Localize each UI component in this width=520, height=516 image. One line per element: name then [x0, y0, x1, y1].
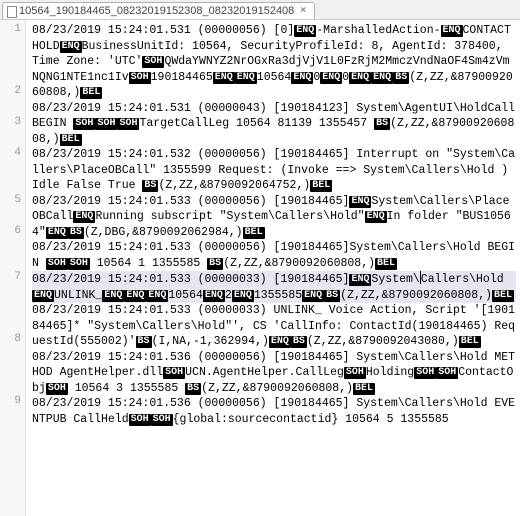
line-number: [0, 364, 25, 380]
control-char-token: ENQ: [349, 196, 371, 208]
control-char-token: BEL: [492, 290, 514, 302]
line-number: [0, 132, 25, 148]
line-number: [0, 302, 25, 318]
control-char-token: SOH: [46, 383, 68, 395]
control-char-token: ENQ: [294, 25, 316, 37]
control-char-token: BEL: [243, 227, 265, 239]
log-line: 08/23/2019 15:24:01.533 (00000033) [1901…: [32, 271, 516, 303]
control-char-token: BEL: [80, 87, 102, 99]
log-line: 08/23/2019 15:24:01.531 (00000056) [0]EN…: [32, 23, 516, 101]
control-char-token: ENQ: [302, 290, 324, 302]
line-number: [0, 178, 25, 194]
control-char-token: SOH: [46, 258, 68, 270]
control-char-token: BS: [324, 290, 340, 302]
control-char-token: BS: [142, 180, 158, 192]
control-char-token: BS: [207, 258, 223, 270]
control-char-token: ENQ: [371, 72, 393, 84]
control-char-token: BS: [136, 336, 152, 348]
line-number: 2: [0, 85, 25, 101]
line-number: 5: [0, 194, 25, 210]
control-char-token: ENQ: [46, 227, 68, 239]
control-char-token: ENQ: [269, 336, 291, 348]
log-content[interactable]: 08/23/2019 15:24:01.531 (00000056) [0]EN…: [26, 20, 520, 516]
control-char-token: ENQ: [320, 72, 342, 84]
line-number: [0, 209, 25, 225]
control-char-token: BEL: [375, 258, 397, 270]
line-number: [0, 163, 25, 179]
line-number: [0, 54, 25, 70]
control-char-token: ENQ: [349, 72, 371, 84]
control-char-token: ENQ: [102, 290, 124, 302]
control-char-token: SOH: [129, 414, 151, 426]
line-number: [0, 380, 25, 396]
control-char-token: ENQ: [146, 290, 168, 302]
line-number: [0, 101, 25, 117]
tab-bar: 10564_190184465_08232019152308_082320191…: [0, 0, 520, 20]
line-number-gutter: 1 2 3 4 5 6 7 8 9: [0, 20, 26, 516]
control-char-token: BS: [393, 72, 409, 84]
control-char-token: ENQ: [235, 72, 257, 84]
control-char-token: BEL: [459, 336, 481, 348]
control-char-token: SOH: [129, 72, 151, 84]
line-number: [0, 70, 25, 86]
control-char-token: ENQ: [349, 274, 371, 286]
control-char-token: ENQ: [124, 290, 146, 302]
control-char-token: ENQ: [203, 290, 225, 302]
control-char-token: SOH: [414, 367, 436, 379]
line-number: 4: [0, 147, 25, 163]
control-char-token: ENQ: [291, 72, 313, 84]
control-char-token: ENQ: [365, 211, 387, 223]
log-line: 08/23/2019 15:24:01.531 (00000043) [1901…: [32, 101, 516, 148]
control-char-token: ENQ: [213, 72, 235, 84]
line-number: 6: [0, 225, 25, 241]
log-line: 08/23/2019 15:24:01.533 (00000033) UNLIN…: [32, 303, 516, 350]
control-char-token: SOH: [436, 367, 458, 379]
control-char-token: BS: [291, 336, 307, 348]
close-icon[interactable]: ×: [298, 6, 308, 16]
control-char-token: ENQ: [60, 41, 82, 53]
line-number: 1: [0, 23, 25, 39]
file-tab[interactable]: 10564_190184465_08232019152308_082320191…: [2, 2, 315, 19]
log-line: 08/23/2019 15:24:01.536 (00000056) [1901…: [32, 396, 516, 427]
log-line: 08/23/2019 15:24:01.532 (00000056) [1901…: [32, 147, 516, 194]
control-char-token: BS: [185, 383, 201, 395]
line-number: 7: [0, 271, 25, 287]
control-char-token: BS: [68, 227, 84, 239]
control-char-token: SOH: [142, 56, 164, 68]
log-line: 08/23/2019 15:24:01.533 (00000056) [1901…: [32, 194, 516, 241]
line-number: [0, 287, 25, 303]
editor: 1 2 3 4 5 6 7 8 9 08/23/2019 15:24:01.531 (00000…: [0, 20, 520, 516]
tab-title: 10564_190184465_08232019152308_082320191…: [19, 5, 294, 17]
control-char-token: SOH: [151, 414, 173, 426]
log-line: 08/23/2019 15:24:01.533 (00000056) [1901…: [32, 240, 516, 271]
control-char-token: SOH: [117, 118, 139, 130]
line-number: [0, 240, 25, 256]
line-number: [0, 349, 25, 365]
control-char-token: BEL: [60, 134, 82, 146]
control-char-token: SOH: [163, 367, 185, 379]
control-char-token: SOH: [344, 367, 366, 379]
control-char-token: BEL: [310, 180, 332, 192]
control-char-token: ENQ: [441, 25, 463, 37]
line-number: [0, 256, 25, 272]
log-line: 08/23/2019 15:24:01.536 (00000056) [1901…: [32, 350, 516, 397]
control-char-token: ENQ: [32, 290, 54, 302]
control-char-token: ENQ: [232, 290, 254, 302]
control-char-token: SOH: [68, 258, 90, 270]
control-char-token: ENQ: [73, 211, 95, 223]
line-number: 3: [0, 116, 25, 132]
control-char-token: BS: [374, 118, 390, 130]
control-char-token: BEL: [353, 383, 375, 395]
control-char-token: SOH: [95, 118, 117, 130]
line-number: 8: [0, 333, 25, 349]
line-number: 9: [0, 395, 25, 411]
line-number: [0, 411, 25, 427]
line-number: [0, 39, 25, 55]
control-char-token: SOH: [73, 118, 95, 130]
line-number: [0, 318, 25, 334]
text-cursor: [420, 271, 421, 284]
